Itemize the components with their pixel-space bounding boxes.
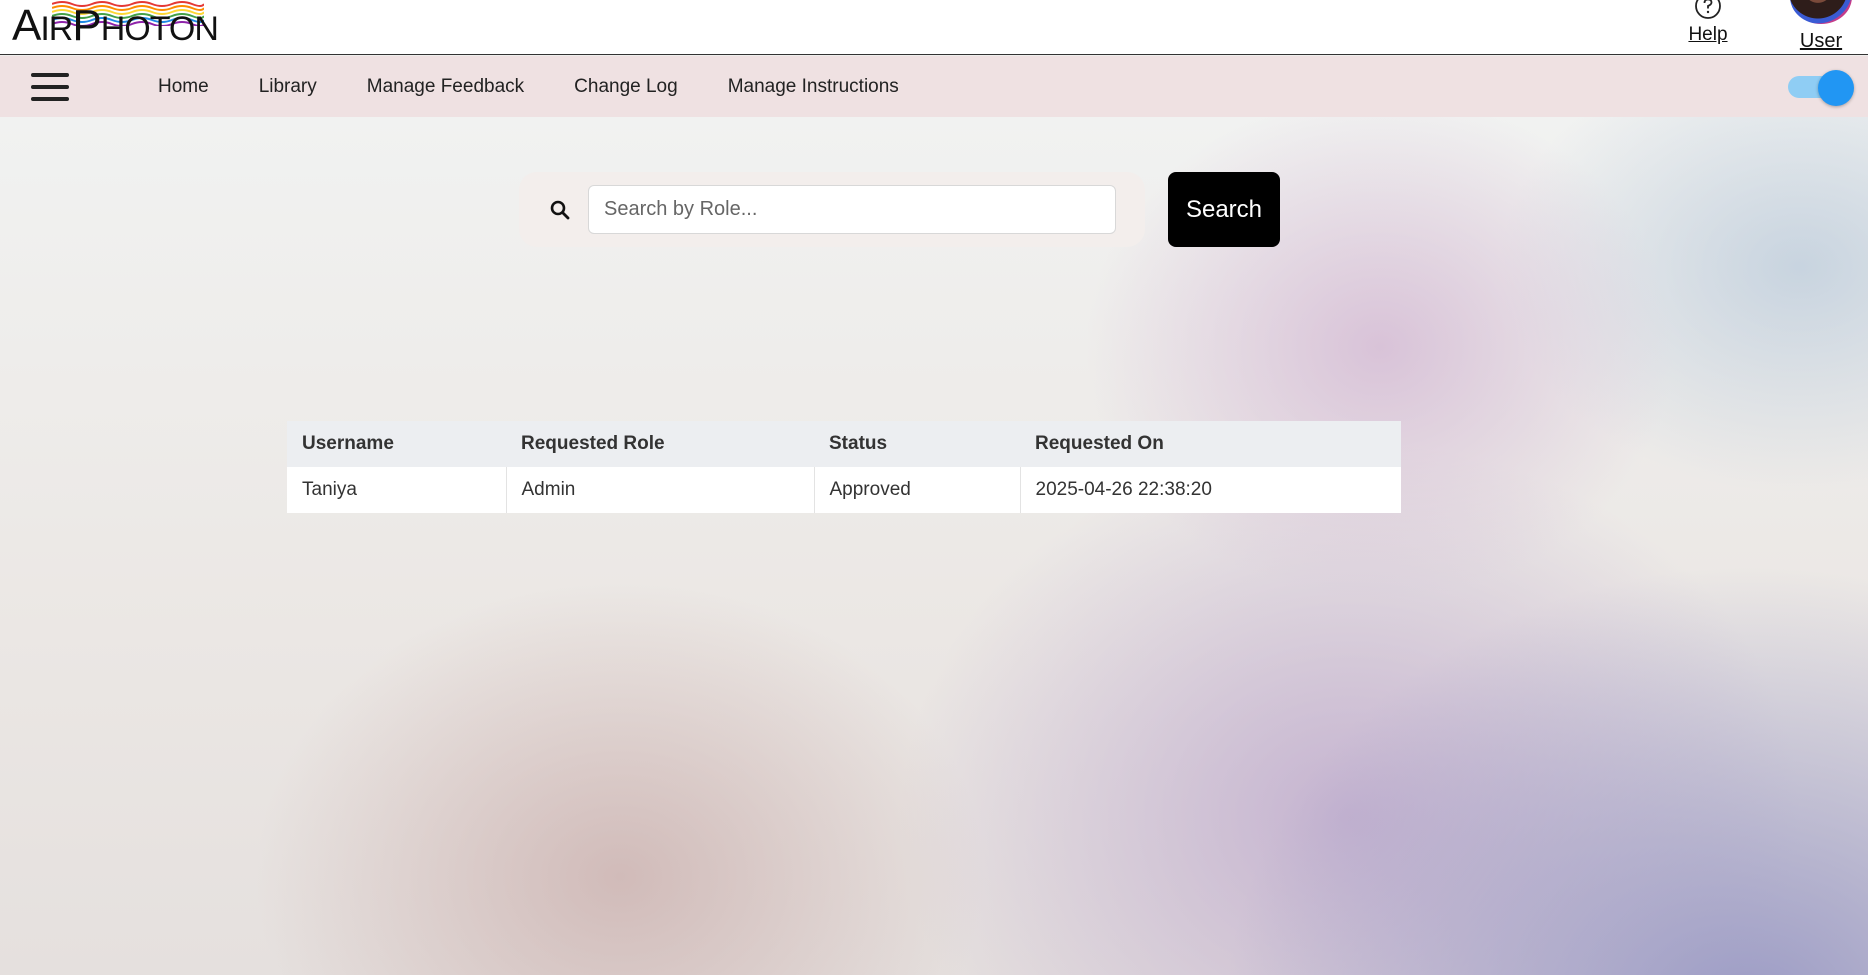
user-menu-link[interactable]: User [1788, 0, 1854, 55]
theme-toggle[interactable] [1788, 70, 1856, 106]
nav-item-change-log[interactable]: Change Log [574, 76, 678, 98]
nav-item-home[interactable]: Home [158, 76, 209, 98]
hamburger-menu-icon[interactable] [31, 73, 69, 101]
search-input[interactable] [588, 185, 1116, 234]
user-label: User [1799, 30, 1843, 52]
main-navbar: Home Library Manage Feedback Change Log … [0, 56, 1868, 117]
column-header-username: Username [287, 421, 506, 467]
search-box [519, 172, 1145, 247]
search-button[interactable]: Search [1168, 172, 1280, 247]
table-row: Taniya Admin Approved 2025-04-26 22:38:2… [287, 467, 1401, 513]
top-bar: AIRPHOTON Help User [0, 0, 1868, 55]
nav-item-manage-feedback[interactable]: Manage Feedback [367, 76, 524, 98]
column-header-requested-on: Requested On [1020, 421, 1401, 467]
cell-requested-on: 2025-04-26 22:38:20 [1019, 467, 1401, 513]
nav-item-manage-instructions[interactable]: Manage Instructions [728, 76, 899, 98]
help-link[interactable]: Help [1680, 0, 1736, 52]
nav-items: Home Library Manage Feedback Change Log … [158, 56, 949, 117]
toggle-knob [1818, 70, 1854, 106]
search-icon [550, 200, 570, 220]
avatar [1790, 0, 1852, 24]
airphoton-logo[interactable]: AIRPHOTON [12, 0, 219, 50]
column-header-requested-role: Requested Role [506, 421, 814, 467]
help-label: Help [1688, 24, 1728, 45]
cell-status: Approved [813, 467, 1020, 513]
cell-username: Taniya [287, 467, 506, 513]
table-header-row: Username Requested Role Status Requested… [287, 421, 1401, 467]
nav-item-library[interactable]: Library [259, 76, 317, 98]
column-header-status: Status [814, 421, 1020, 467]
role-requests-table: Username Requested Role Status Requested… [287, 421, 1401, 513]
cell-requested-role: Admin [505, 467, 814, 513]
question-circle-icon [1695, 0, 1721, 19]
logo-wordmark: AIRPHOTON [12, 1, 219, 50]
